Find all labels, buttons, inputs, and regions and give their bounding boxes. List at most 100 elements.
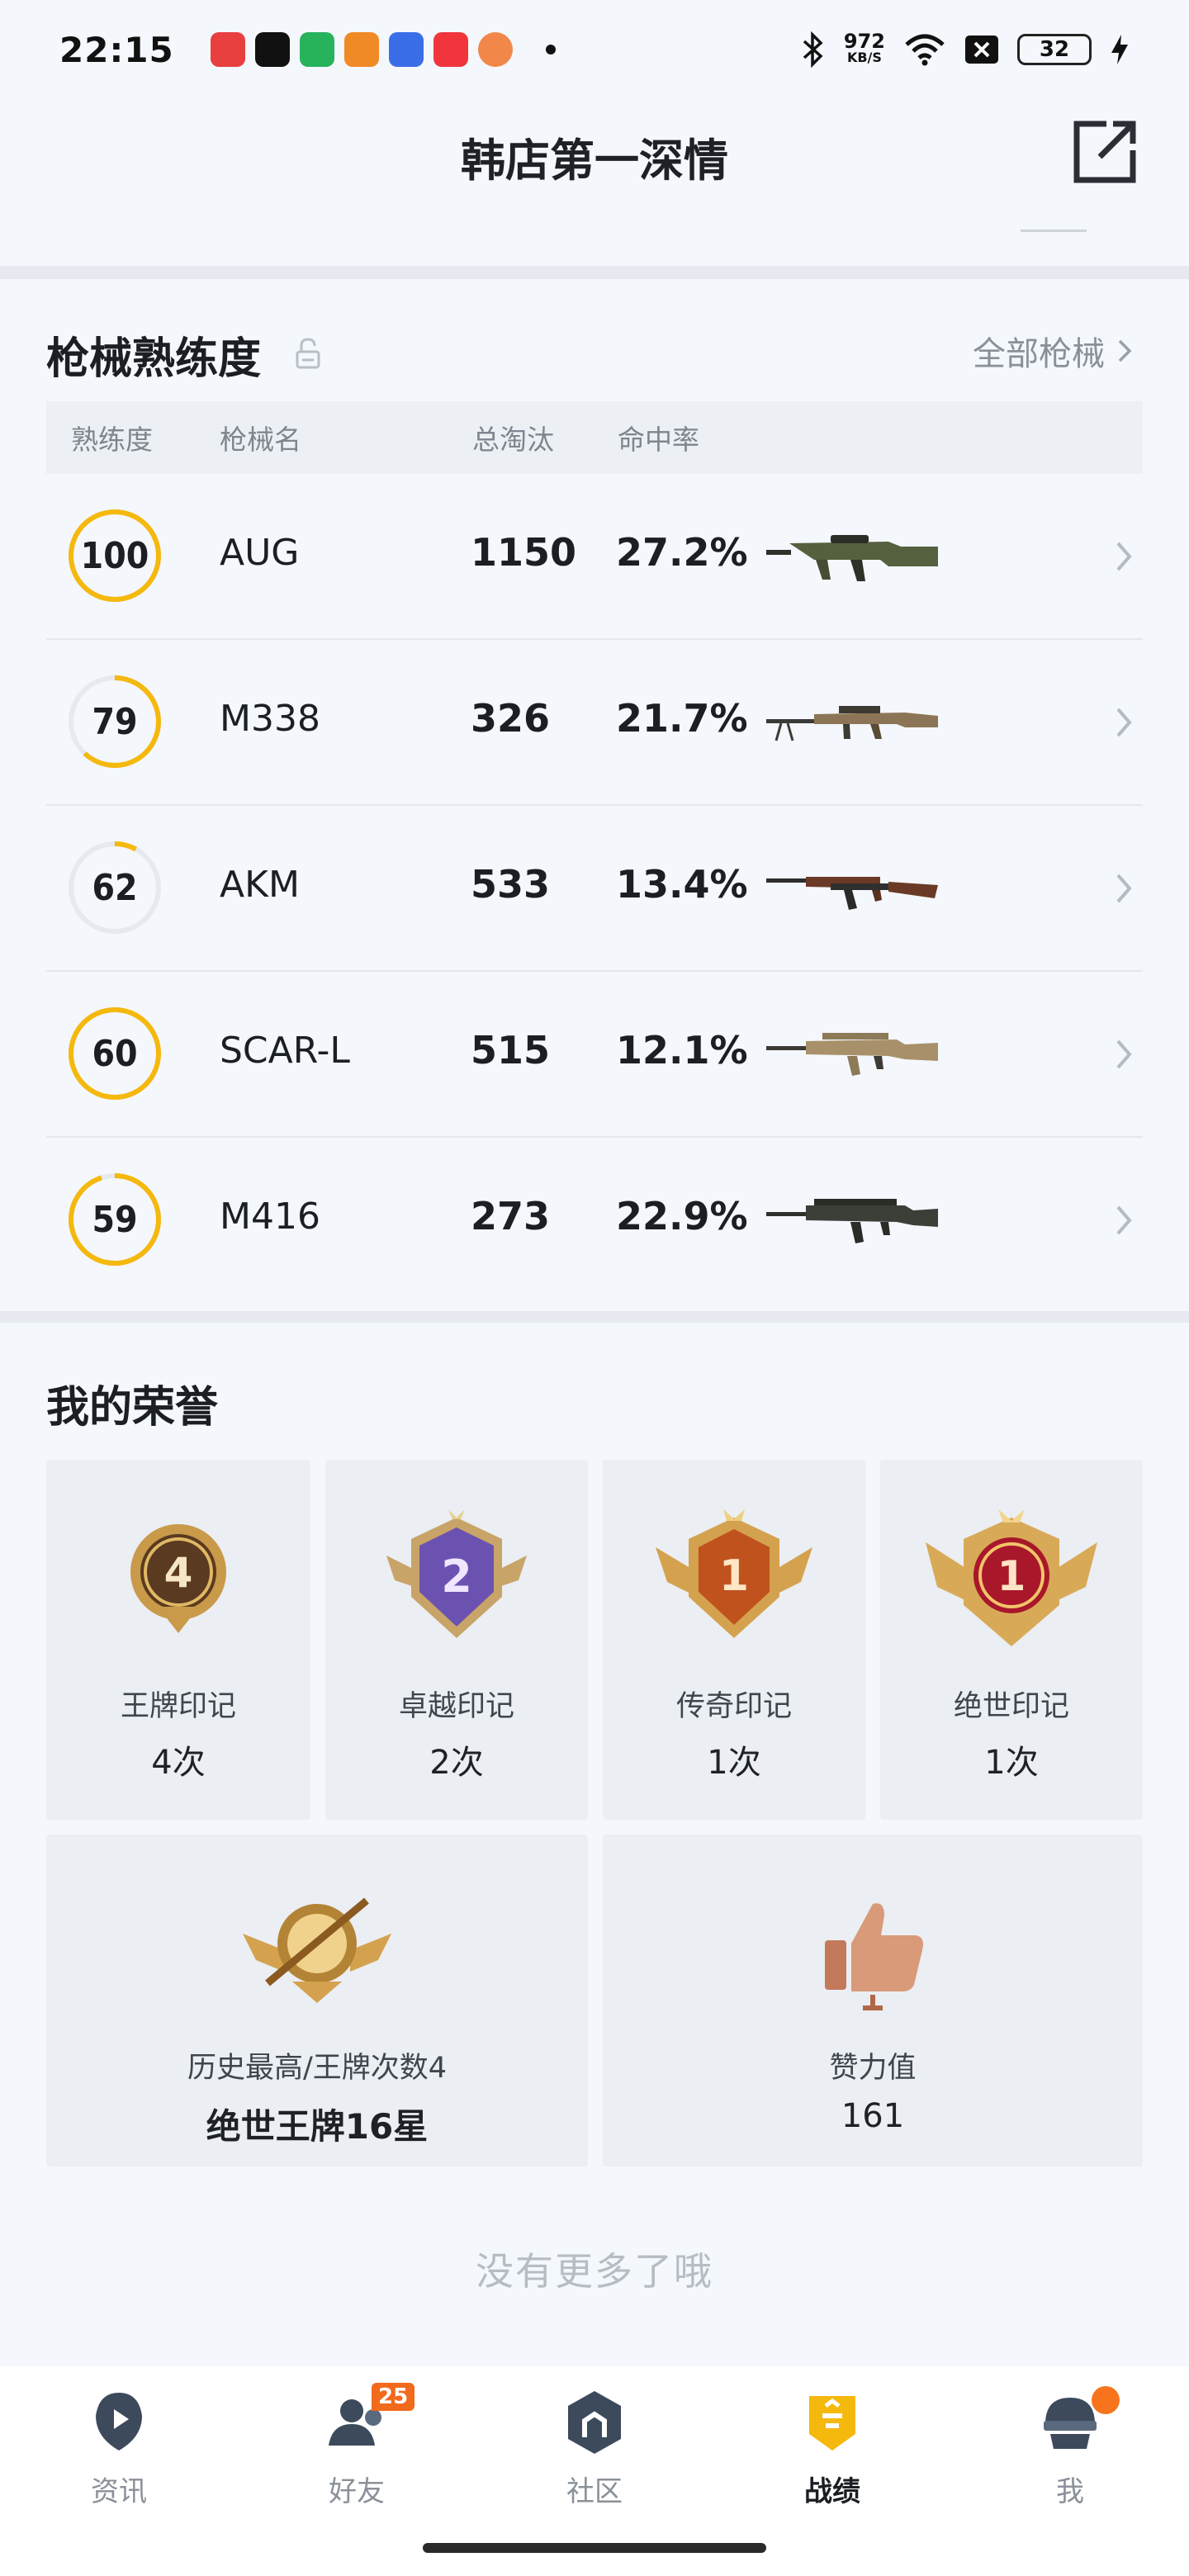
app-icon	[210, 32, 245, 67]
m416-rifle-image	[766, 1199, 938, 1243]
section-title: 我的荣誉	[46, 1383, 219, 1432]
nav-item-community[interactable]: 社区	[512, 2388, 677, 2509]
page-header: 韩店第一深情	[0, 99, 1189, 264]
net-speed-unit: KB/S	[846, 50, 882, 65]
weapon-proficiency-section: 枪械熟练度 全部枪械 熟练度 枪械名 总淘汰 命中率 100 AUG 1150 …	[0, 279, 1189, 1313]
weapon-name: M416	[220, 1196, 320, 1238]
notification-dot	[1092, 2386, 1120, 2414]
weapon-kills: 533	[471, 862, 551, 907]
record-icon	[809, 2396, 855, 2451]
honor-label: 卓越印记	[398, 1690, 514, 1723]
chevron-right-icon	[1116, 542, 1132, 571]
battery-level: 32	[1039, 37, 1070, 62]
chevron-right-icon	[1118, 339, 1132, 362]
net-speed: 972 KB/S	[843, 30, 885, 66]
nav-label: 社区	[566, 2475, 623, 2508]
sim-off-icon	[965, 36, 998, 64]
all-weapons-link[interactable]: 全部枪械	[973, 327, 1133, 375]
akm-rifle-image	[766, 877, 938, 910]
weapon-name: M338	[220, 698, 320, 740]
weapon-row[interactable]: 60 SCAR-L 515 12.1%	[46, 972, 1143, 1138]
badge-number: 1	[997, 1552, 1026, 1600]
column-proficiency: 熟练度	[71, 424, 153, 456]
status-bar: 22:15 972 KB/S 32	[0, 0, 1189, 99]
nav-item-record[interactable]: 战绩	[750, 2388, 915, 2509]
scar-l-rifle-image	[766, 1033, 938, 1076]
honor-card-excellent[interactable]: 2 卓越印记 2次	[325, 1460, 588, 1820]
net-speed-value: 972	[843, 30, 885, 53]
aug-rifle-image	[766, 535, 938, 581]
weapon-list: 100 AUG 1150 27.2% 79 M338 326 21.7% 62 …	[46, 474, 1143, 1304]
honor-card-peerless[interactable]: 1 绝世印记 1次	[880, 1460, 1143, 1820]
column-kills: 总淘汰	[472, 424, 554, 456]
share-icon[interactable]	[1070, 117, 1139, 187]
weapon-hit-rate: 12.1%	[616, 1028, 748, 1073]
badge-number: 4	[164, 1549, 193, 1597]
app-icon	[343, 32, 379, 67]
honor-count: 2次	[429, 1744, 484, 1782]
status-time: 22:15	[59, 29, 174, 70]
weapon-row[interactable]: 100 AUG 1150 27.2%	[46, 474, 1143, 640]
column-name: 枪械名	[220, 424, 301, 456]
nav-label: 资讯	[91, 2475, 147, 2508]
home-indicator[interactable]	[423, 2543, 766, 2553]
badge-number: 2	[441, 1551, 472, 1603]
weapon-hit-rate: 21.7%	[616, 696, 748, 741]
wifi-icon	[905, 34, 945, 66]
honor-label: 历史最高/王牌次数4	[187, 2052, 448, 2085]
battery-indicator: 32	[1017, 34, 1092, 65]
honor-card-likes[interactable]: 赞力值 161	[603, 1835, 1143, 2166]
community-icon	[568, 2391, 621, 2454]
chevron-right-icon	[1116, 1039, 1132, 1069]
thumbs-up-icon	[825, 1903, 923, 2010]
nav-label: 好友	[329, 2475, 385, 2508]
weapon-hit-rate: 13.4%	[616, 862, 748, 907]
weapon-hit-rate: 22.9%	[616, 1194, 748, 1238]
nav-label: 我	[1056, 2475, 1084, 2508]
status-indicators: 972 KB/S 32	[801, 31, 1130, 68]
honor-label: 王牌印记	[120, 1690, 236, 1723]
honor-card-history-highest[interactable]: 历史最高/王牌次数4 绝世王牌16星	[46, 1835, 588, 2166]
weapon-kills: 1150	[471, 530, 577, 575]
ace-mark-badge-icon: 4	[130, 1524, 226, 1633]
highest-tier-value: 绝世王牌16星	[206, 2106, 429, 2147]
news-icon	[96, 2393, 142, 2451]
proficiency-value: 59	[92, 1198, 138, 1241]
nav-label: 战绩	[804, 2475, 860, 2508]
weapon-kills: 326	[471, 696, 551, 741]
honor-card-legend[interactable]: 1 传奇印记 1次	[603, 1460, 865, 1820]
all-weapons-label: 全部枪械	[973, 335, 1105, 373]
peerless-mark-badge-icon: 1	[926, 1509, 1097, 1646]
honor-card-ace[interactable]: 4 王牌印记 4次	[46, 1460, 310, 1820]
honor-count: 1次	[707, 1744, 761, 1782]
likes-value: 161	[841, 2097, 905, 2135]
weapon-name: SCAR-L	[220, 1030, 350, 1072]
lock-icon[interactable]	[294, 337, 322, 370]
weapon-row[interactable]: 62 AKM 533 13.4%	[46, 806, 1143, 972]
section-divider	[0, 266, 1189, 279]
nav-item-news[interactable]: 资讯	[36, 2388, 201, 2509]
charging-icon	[1111, 35, 1128, 64]
weapon-row[interactable]: 79 M338 326 21.7%	[46, 640, 1143, 806]
honor-count: 1次	[984, 1744, 1039, 1782]
weapon-hit-rate: 27.2%	[616, 530, 748, 575]
weapon-row[interactable]: 59 M416 273 22.9%	[46, 1138, 1143, 1304]
header-divider	[1021, 230, 1087, 232]
weapon-table-header: 熟练度 枪械名 总淘汰 命中率	[46, 401, 1143, 474]
chevron-right-icon	[1116, 708, 1132, 737]
chevron-right-icon	[1116, 874, 1132, 903]
m338-machine-gun-image	[766, 706, 938, 741]
weapon-name: AKM	[220, 864, 300, 906]
bluetooth-icon	[803, 31, 823, 68]
notification-app-icons	[210, 32, 513, 67]
nav-item-profile[interactable]: 我	[988, 2386, 1153, 2509]
honor-label: 传奇印记	[675, 1690, 792, 1723]
nav-item-friends[interactable]: 25 好友	[274, 2383, 439, 2509]
badge-number: 1	[719, 1551, 749, 1601]
app-icon	[299, 32, 334, 67]
legend-mark-badge-icon: 1	[656, 1509, 812, 1638]
app-icon	[477, 32, 513, 67]
proficiency-value: 100	[80, 534, 149, 577]
column-hit-rate: 命中率	[618, 424, 699, 456]
proficiency-value: 62	[92, 866, 138, 909]
